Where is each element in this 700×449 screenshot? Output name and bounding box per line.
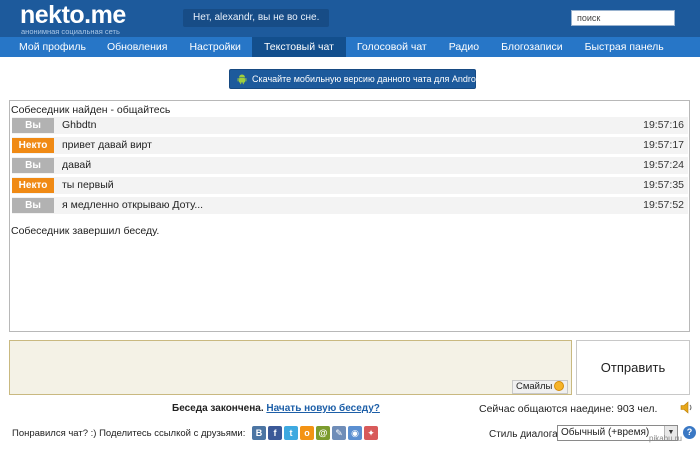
android-download-button[interactable]: Скачайте мобильную версию данного чата д… bbox=[229, 69, 483, 89]
author-badge: Вы bbox=[12, 118, 54, 133]
search-input[interactable]: поиск bbox=[571, 10, 675, 26]
nav-item-settings[interactable]: Настройки bbox=[178, 37, 252, 57]
message-input[interactable] bbox=[9, 340, 572, 395]
message-time: 19:57:24 bbox=[643, 159, 684, 171]
dialog-style-label: Стиль диалога: bbox=[489, 429, 561, 440]
chat-message: Вы я медленно открываю Доту... 19:57:52 bbox=[12, 197, 688, 214]
share-icons: B f t o @ ✎ ◉ ✦ bbox=[252, 426, 378, 440]
chat-message: Некто ты первый 19:57:35 bbox=[12, 177, 688, 194]
nav-item-profile[interactable]: Мой профиль bbox=[0, 37, 96, 57]
nav-item-text-chat[interactable]: Текстовый чат bbox=[251, 37, 346, 57]
chat-message: Некто привет давай вирт 19:57:17 bbox=[12, 137, 688, 154]
author-badge: Некто bbox=[12, 178, 54, 193]
vk-share-icon[interactable]: B bbox=[252, 426, 266, 440]
nav-item-radio[interactable]: Радио bbox=[438, 37, 490, 57]
smiles-label: Смайлы bbox=[516, 381, 553, 392]
nav-item-voice-chat[interactable]: Голосовой чат bbox=[346, 37, 438, 57]
message-time: 19:57:16 bbox=[643, 119, 684, 131]
odnoklassniki-share-icon[interactable]: o bbox=[300, 426, 314, 440]
user-status: Нет, alexandr, вы не во сне. bbox=[183, 9, 330, 27]
watermark: pikabu.ru bbox=[649, 434, 682, 443]
mailru-share-icon[interactable]: @ bbox=[316, 426, 330, 440]
author-badge: Некто bbox=[12, 138, 54, 153]
nav-item-quick-panel[interactable]: Быстрая панель bbox=[574, 37, 675, 57]
android-icon bbox=[237, 74, 247, 85]
site-header: nekto.me анонимная социальная сеть Нет, … bbox=[0, 0, 700, 37]
share-label: Понравился чат? :) Поделитесь ссылкой с … bbox=[12, 428, 246, 439]
smiles-button[interactable]: Смайлы bbox=[512, 380, 569, 394]
message-time: 19:57:17 bbox=[643, 139, 684, 151]
moikrug-share-icon[interactable]: ◉ bbox=[348, 426, 362, 440]
nav-item-updates[interactable]: Обновления bbox=[96, 37, 178, 57]
message-text: давай bbox=[62, 159, 92, 171]
chat-ended-notice: Собеседник завершил беседу. bbox=[11, 225, 160, 237]
dialog-style-value: Обычный (+время) bbox=[561, 427, 650, 438]
author-badge: Вы bbox=[12, 158, 54, 173]
livejournal-share-icon[interactable]: ✎ bbox=[332, 426, 346, 440]
nav-item-blog[interactable]: Блогозаписи bbox=[490, 37, 574, 57]
smile-icon bbox=[554, 381, 565, 391]
speaker-icon[interactable] bbox=[680, 401, 694, 414]
help-icon[interactable]: ? bbox=[683, 426, 696, 439]
message-time: 19:57:35 bbox=[643, 179, 684, 191]
author-badge: Вы bbox=[12, 198, 54, 213]
message-time: 19:57:52 bbox=[643, 199, 684, 211]
logo-text: nekto.me bbox=[20, 1, 126, 29]
conversation-ended-text: Беседа закончена. bbox=[172, 403, 264, 414]
twitter-share-icon[interactable]: t bbox=[284, 426, 298, 440]
send-button[interactable]: Отправить bbox=[576, 340, 690, 395]
message-text: я медленно открываю Доту... bbox=[62, 199, 204, 211]
facebook-share-icon[interactable]: f bbox=[268, 426, 282, 440]
other-share-icon[interactable]: ✦ bbox=[364, 426, 378, 440]
message-text: ты первый bbox=[62, 179, 114, 191]
chat-message: Вы давай 19:57:24 bbox=[12, 157, 688, 174]
logo-subtitle: анонимная социальная сеть bbox=[21, 27, 120, 36]
chat-message: Вы Ghbdtn 19:57:16 bbox=[12, 117, 688, 134]
online-count: Сейчас общаются наедине: 903 чел. bbox=[479, 403, 658, 415]
site-logo[interactable]: nekto.me анонимная социальная сеть bbox=[20, 2, 126, 36]
chat-found-notice: Собеседник найден - общайтесь bbox=[11, 104, 171, 116]
android-download-label: Скачайте мобильную версию данного чата д… bbox=[252, 74, 483, 84]
conversation-status: Беседа закончена. Начать новую беседу? bbox=[172, 403, 380, 414]
chat-log[interactable]: Собеседник найден - общайтесь Вы Ghbdtn … bbox=[9, 100, 690, 332]
main-nav: Мой профиль Обновления Настройки Текстов… bbox=[0, 37, 700, 57]
message-text: Ghbdtn bbox=[62, 119, 97, 131]
message-text: привет давай вирт bbox=[62, 139, 152, 151]
new-conversation-link[interactable]: Начать новую беседу? bbox=[266, 403, 380, 414]
